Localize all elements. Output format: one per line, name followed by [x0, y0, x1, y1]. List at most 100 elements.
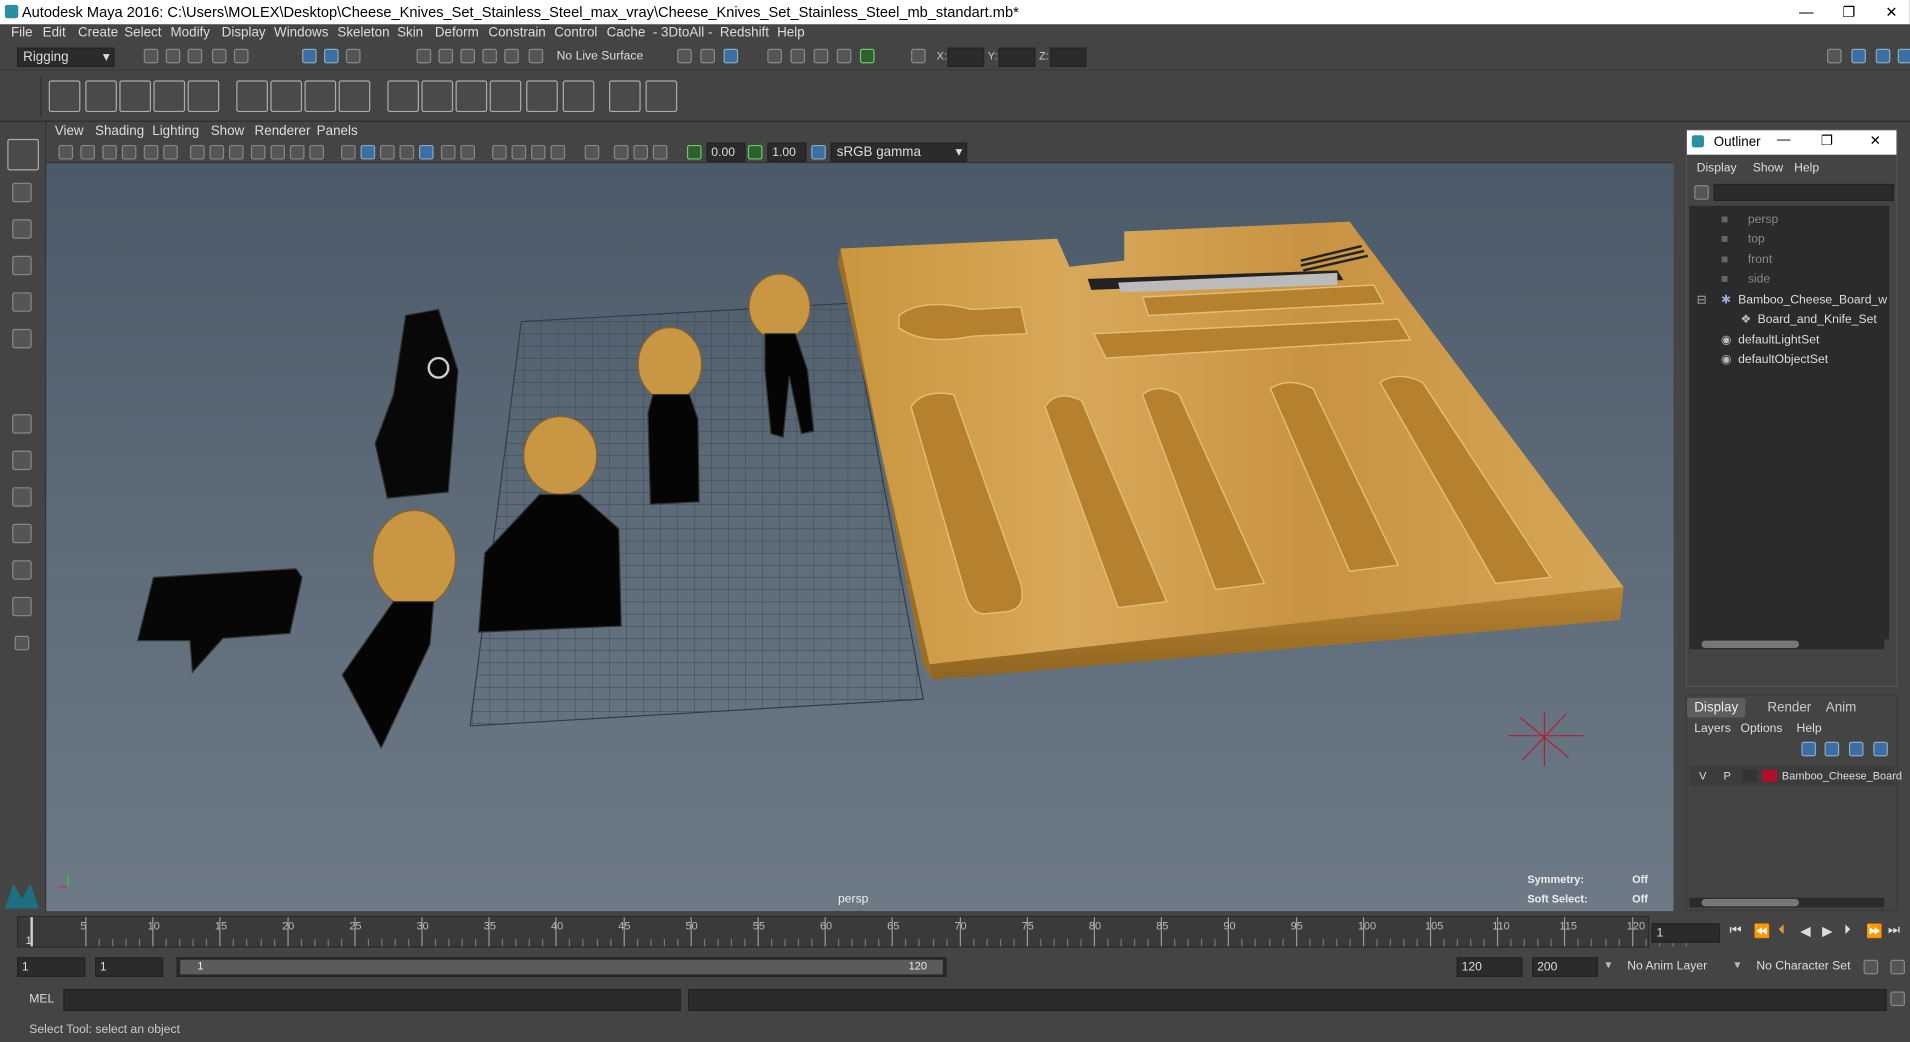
live-surface-label[interactable]: No Live Surface: [557, 50, 644, 63]
multisample-aa-icon[interactable]: [531, 144, 546, 160]
render-settings-icon[interactable]: [813, 48, 829, 64]
current-frame-field[interactable]: 1: [1651, 923, 1720, 943]
ipr-render-icon[interactable]: [790, 48, 806, 64]
aim-constraint-icon[interactable]: [421, 80, 454, 113]
snap-vertex-icon[interactable]: [528, 48, 544, 64]
layer-menu-options[interactable]: Options: [1741, 722, 1783, 735]
playback-start-field[interactable]: 1: [95, 957, 164, 977]
gamma-field[interactable]: 1.00: [767, 142, 807, 162]
snap-curve-icon[interactable]: [438, 48, 454, 64]
outliner-item-side[interactable]: ■ side: [1689, 270, 1884, 289]
layer-menu-help[interactable]: Help: [1797, 722, 1822, 735]
redo-icon[interactable]: [233, 48, 249, 64]
collapse-icon[interactable]: ⊟: [1697, 294, 1707, 307]
gate-mask-icon[interactable]: [250, 144, 266, 160]
outliner-menu-display[interactable]: Display: [1697, 162, 1737, 175]
layer-menu-layers[interactable]: Layers: [1694, 722, 1731, 735]
outliner-horizontal-scrollbar[interactable]: [1689, 639, 1885, 650]
vp-menu-panels[interactable]: Panels: [317, 124, 358, 139]
menu-skin[interactable]: Skin: [397, 26, 423, 41]
close-button[interactable]: ✕: [1870, 133, 1881, 149]
transform-mode-icon[interactable]: [911, 48, 926, 64]
paint-select-icon[interactable]: [12, 219, 32, 239]
pole-vector-icon[interactable]: [562, 80, 595, 113]
view-transform-dropdown[interactable]: sRGB gamma ▾: [830, 142, 968, 162]
film-gate-icon[interactable]: [209, 144, 225, 160]
gamma-icon[interactable]: [747, 144, 763, 160]
more-layouts-icon[interactable]: [14, 635, 30, 651]
snap-view-icon[interactable]: [482, 48, 497, 64]
bookmark-icon[interactable]: [102, 144, 117, 160]
new-layer-from-selection-icon[interactable]: [1873, 741, 1888, 757]
modeling-toolkit-icon[interactable]: [1827, 48, 1842, 64]
safe-title-icon[interactable]: [309, 144, 324, 160]
open-scene-icon[interactable]: [165, 48, 181, 64]
input-ops-icon[interactable]: [677, 48, 692, 64]
color-management-icon[interactable]: [811, 144, 826, 160]
exposure-icon[interactable]: [686, 144, 702, 160]
attribute-editor-toggle-icon[interactable]: [1875, 48, 1891, 64]
ik-spline-icon[interactable]: [119, 80, 152, 113]
safe-action-icon[interactable]: [289, 144, 305, 160]
menu-control[interactable]: Control: [554, 26, 597, 41]
ik-handle-icon[interactable]: [85, 80, 117, 113]
orient-constraint-icon[interactable]: [455, 80, 488, 113]
layout-preset-icon[interactable]: [12, 596, 32, 617]
mel-label[interactable]: MEL: [29, 993, 54, 1006]
move-layer-down-icon[interactable]: [1824, 741, 1840, 757]
range-slider-bar[interactable]: 1 120: [176, 957, 947, 977]
save-scene-icon[interactable]: [187, 48, 203, 64]
screen-space-ao-icon[interactable]: [492, 144, 507, 160]
mirror-joint-icon[interactable]: [153, 80, 186, 113]
minimize-button[interactable]: —: [1777, 133, 1790, 148]
hypershade-layout-icon[interactable]: [12, 560, 32, 580]
time-slider-track[interactable]: 5 10 15 20 25 30 35 40 45 50 55 60 65 70 75 80 85 90 95 100…: [17, 915, 1687, 948]
single-view-icon[interactable]: [12, 414, 32, 434]
default-material-icon[interactable]: [380, 144, 395, 160]
isolate-select-icon[interactable]: [584, 144, 600, 160]
tool-settings-toggle-icon[interactable]: [1897, 48, 1910, 64]
xray-active-icon[interactable]: [633, 144, 648, 160]
cheese-knife-tall[interactable]: [374, 308, 459, 499]
go-to-end-icon[interactable]: ⏭: [1888, 923, 1900, 939]
hypershade-icon[interactable]: [836, 48, 852, 64]
use-all-lights-icon[interactable]: [440, 144, 456, 160]
auto-key-icon[interactable]: [1863, 959, 1879, 975]
wireframe-icon[interactable]: [341, 144, 356, 160]
outliner-menu-show[interactable]: Show: [1753, 162, 1783, 175]
outliner-item-front[interactable]: ■ front: [1689, 251, 1884, 270]
camera-select-icon[interactable]: [58, 144, 74, 160]
move-layer-up-icon[interactable]: [1801, 741, 1817, 757]
close-button[interactable]: ✕: [1873, 1, 1910, 23]
end-time-field[interactable]: 200: [1532, 957, 1599, 977]
menu-deform[interactable]: Deform: [435, 26, 479, 41]
layer-tab-render[interactable]: Render: [1760, 698, 1819, 717]
outliner-item-default-object-set[interactable]: ◉ defaultObjectSet: [1689, 351, 1884, 370]
current-time-marker[interactable]: [30, 917, 33, 947]
field-chart-icon[interactable]: [270, 144, 286, 160]
menu-select[interactable]: Select: [124, 26, 161, 41]
menu-file[interactable]: File: [11, 26, 33, 41]
filter-icon[interactable]: [1694, 185, 1709, 200]
detach-skin-icon[interactable]: [338, 80, 371, 113]
step-back-icon[interactable]: ⏪: [1754, 923, 1771, 939]
character-set-dropdown[interactable]: No Character Set: [1756, 960, 1850, 973]
layer-visibility-toggle[interactable]: V: [1699, 770, 1706, 782]
joint-tool-icon[interactable]: [48, 80, 81, 113]
point-constraint-icon[interactable]: [387, 80, 419, 113]
animation-prefs-icon[interactable]: [1890, 959, 1905, 975]
channel-box-toggle-icon[interactable]: [1851, 48, 1866, 64]
grid-toggle-icon[interactable]: [190, 144, 205, 160]
perspective-viewport[interactable]: persp Symmetry: Off Soft Select: Off: [46, 163, 1674, 912]
snap-surface-icon[interactable]: [504, 48, 519, 64]
four-view-icon[interactable]: [12, 450, 32, 471]
move-tool-icon[interactable]: [12, 255, 32, 276]
depth-of-field-icon[interactable]: [550, 144, 566, 160]
scale-constraint-icon[interactable]: [489, 80, 522, 113]
layer-playback-toggle[interactable]: P: [1723, 770, 1730, 782]
time-slider[interactable]: 5 10 15 20 25 30 35 40 45 50 55 60 65 70 75 80 85 90 95 100…: [0, 913, 1910, 953]
paint-weights-icon[interactable]: [304, 80, 337, 113]
menu-cache[interactable]: Cache: [607, 26, 646, 41]
layer-row[interactable]: V P Bamboo_Cheese_Board: [1689, 766, 1902, 786]
new-scene-icon[interactable]: [143, 48, 159, 64]
